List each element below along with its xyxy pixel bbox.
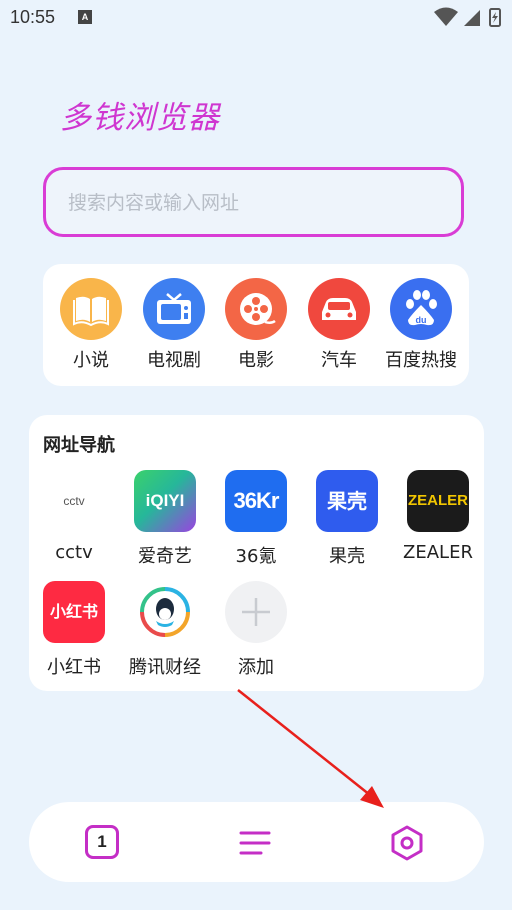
site-iqiyi[interactable]: iQIYI 爱奇艺 — [120, 470, 210, 568]
site-label: 小红书 — [47, 657, 101, 678]
quick-link-novel[interactable]: 小说 — [52, 278, 130, 372]
site-guokr[interactable]: 果壳 果壳 — [302, 470, 392, 568]
site-xiaohongshu[interactable]: 小红书 小红书 — [29, 581, 119, 679]
book-icon — [60, 278, 122, 340]
tencent-finance-logo — [134, 581, 196, 643]
site-label: 腾讯财经 — [129, 657, 201, 678]
quick-link-movie[interactable]: 电影 — [217, 278, 295, 372]
site-cctv[interactable]: cctv cctv — [29, 470, 119, 563]
status-icons — [434, 7, 501, 27]
site-zealer[interactable]: ZEALER ZEALER — [393, 470, 483, 563]
quick-link-label: 小说 — [73, 350, 109, 371]
36kr-logo: 36Kr — [225, 470, 287, 532]
svg-text:du: du — [416, 315, 427, 325]
site-label: cctv — [55, 542, 93, 563]
site-label: 添加 — [238, 657, 274, 678]
quick-link-baidu-hot[interactable]: du 百度热搜 — [382, 278, 460, 372]
wifi-icon — [434, 7, 458, 26]
quick-link-label: 百度热搜 — [385, 350, 457, 371]
xiaohongshu-logo: 小红书 — [43, 581, 105, 643]
cctv-logo: cctv — [43, 470, 105, 532]
site-label: 果壳 — [329, 546, 365, 567]
quick-links-card: 小说 电视剧 电影 汽车 du 百度热搜 — [43, 264, 469, 386]
site-label: 爱奇艺 — [138, 546, 192, 567]
film-reel-icon — [225, 278, 287, 340]
quick-link-tv[interactable]: 电视剧 — [135, 278, 213, 372]
site-navigation-card: 网址导航 cctv cctv iQIYI 爱奇艺 36Kr 36氪 果壳 果壳 … — [29, 415, 484, 691]
browser-title: 多钱浏览器 — [60, 100, 220, 136]
zealer-logo: ZEALER — [407, 470, 469, 532]
car-icon — [308, 278, 370, 340]
add-site-button[interactable]: 添加 — [211, 581, 301, 679]
plus-icon — [225, 581, 287, 643]
search-box[interactable] — [43, 167, 464, 237]
guokr-logo: 果壳 — [316, 470, 378, 532]
quick-link-label: 电影 — [238, 350, 274, 371]
iqiyi-logo: iQIYI — [134, 470, 196, 532]
site-label: ZEALER — [403, 542, 473, 563]
tab-count-button[interactable]: 1 — [85, 825, 119, 859]
site-label: 36氪 — [235, 546, 277, 567]
menu-icon[interactable] — [239, 829, 271, 857]
site-tencent-finance[interactable]: 腾讯财经 — [120, 581, 210, 679]
bottom-toolbar: 1 — [29, 802, 484, 882]
settings-icon[interactable] — [389, 824, 425, 862]
notification-icon: A — [78, 10, 92, 24]
search-input[interactable] — [66, 170, 450, 236]
baidu-paw-icon: du — [390, 278, 452, 340]
quick-link-label: 汽车 — [321, 350, 357, 371]
site-36kr[interactable]: 36Kr 36氪 — [211, 470, 301, 568]
status-time: 10:55 — [10, 7, 56, 27]
quick-link-car[interactable]: 汽车 — [300, 278, 378, 372]
signal-icon — [464, 10, 480, 26]
section-title: 网址导航 — [43, 435, 115, 456]
tv-icon — [143, 278, 205, 340]
quick-link-label: 电视剧 — [147, 350, 201, 371]
